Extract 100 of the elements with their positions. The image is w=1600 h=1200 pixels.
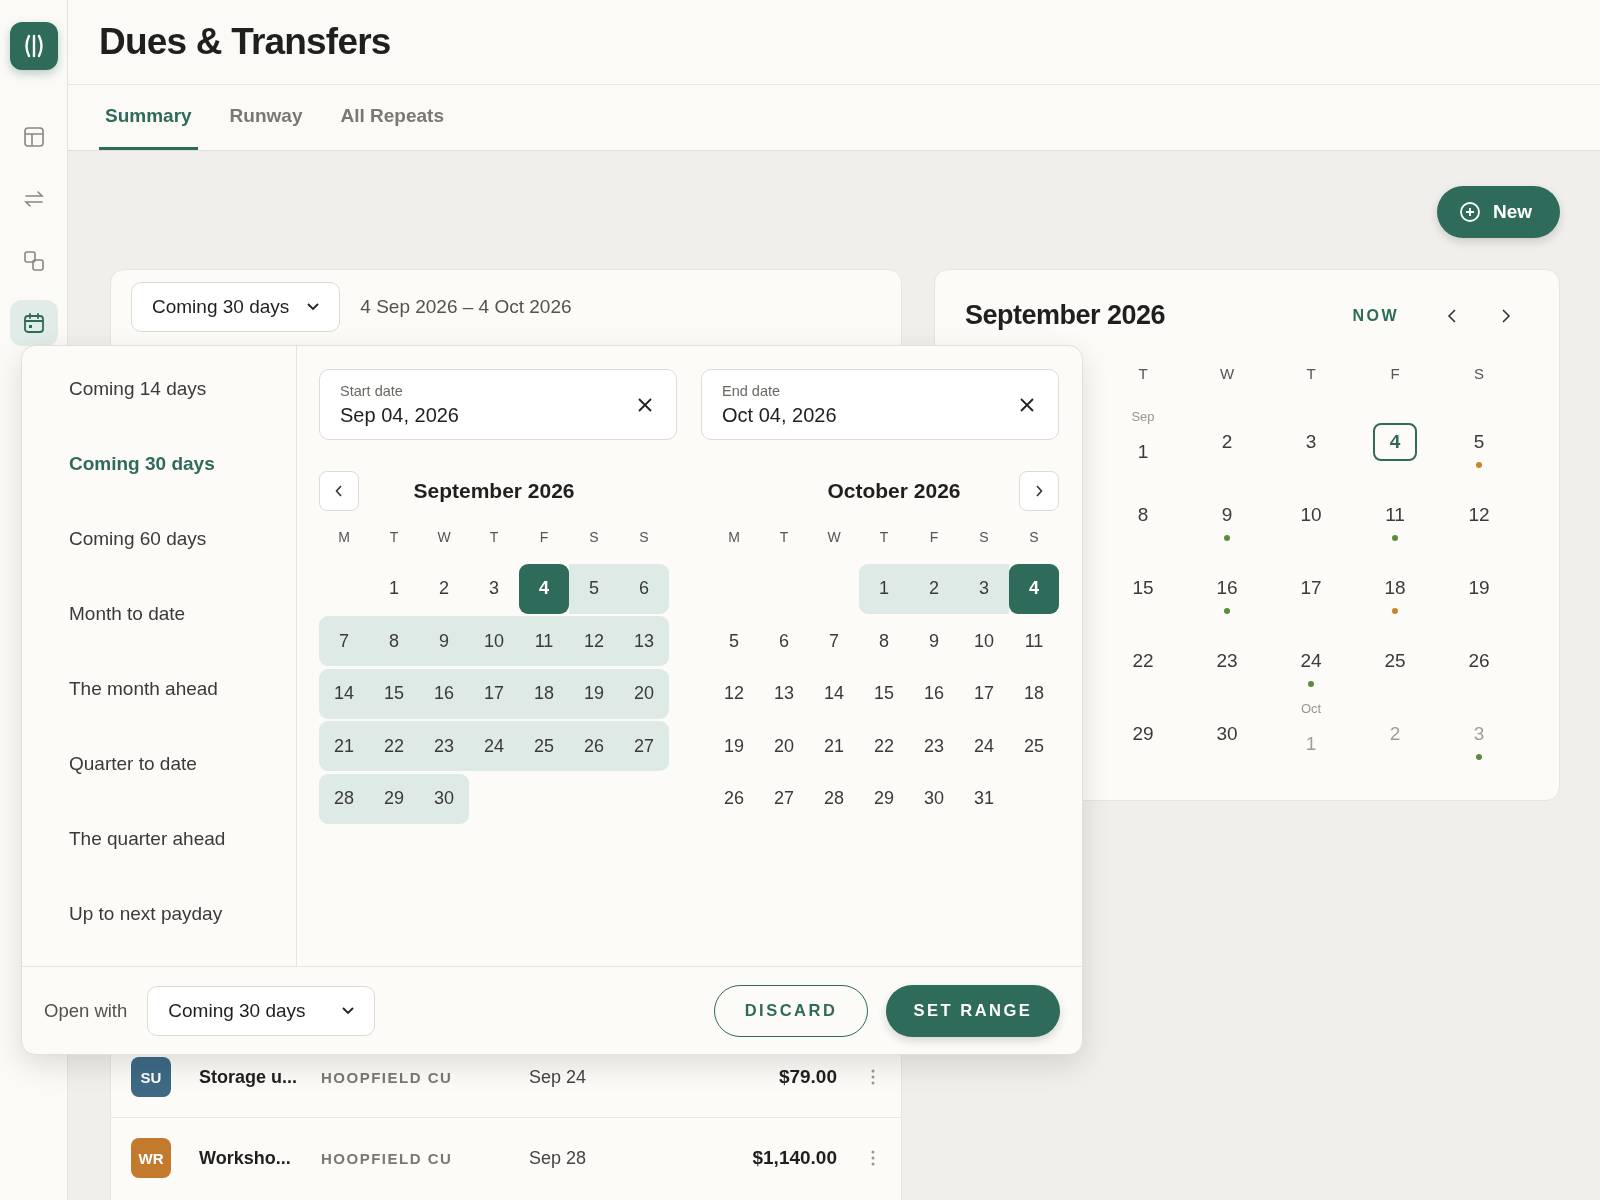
preset-option[interactable]: Month to date (69, 576, 296, 651)
calendar-day[interactable]: 12 (709, 668, 759, 719)
calendar-day[interactable]: 11 (519, 616, 569, 666)
calendar-day[interactable]: 10 (959, 616, 1009, 666)
preset-option[interactable]: Coming 60 days (69, 501, 296, 576)
calendar-day[interactable]: 23 (1205, 641, 1249, 680)
app-logo-icon[interactable] (9, 22, 58, 70)
calendar-day[interactable]: 5 (1457, 422, 1501, 461)
calendar-day[interactable]: 11 (1373, 495, 1417, 534)
period-dropdown[interactable]: Coming 30 days (131, 282, 341, 332)
calendar-day[interactable]: 8 (369, 616, 419, 666)
tab[interactable]: All Repeats (334, 105, 450, 150)
calendar-day[interactable]: 6 (759, 616, 809, 666)
calendar-day[interactable]: 2 (909, 563, 959, 614)
calendar-day[interactable]: 12 (1457, 495, 1501, 534)
calendar-day[interactable]: 10 (469, 616, 519, 666)
calendar-day[interactable]: 7 (319, 616, 369, 666)
calendar-day[interactable]: 24 (469, 721, 519, 771)
calendar-day[interactable]: 12 (569, 616, 619, 666)
calendar-day[interactable]: 26 (1457, 641, 1501, 680)
calendar-day[interactable]: 13 (619, 616, 669, 666)
calendar-day[interactable]: 3 (1289, 422, 1333, 461)
calendar-day[interactable]: 22 (859, 721, 909, 771)
preset-option[interactable]: Quarter to date (69, 726, 296, 801)
calendar-day[interactable]: 24 (1289, 641, 1333, 680)
calendar-day[interactable]: 25 (519, 721, 569, 771)
calendar-day[interactable]: 30 (1205, 714, 1249, 753)
calendar-day[interactable]: 20 (619, 668, 669, 719)
more-icon[interactable] (871, 1150, 875, 1166)
calendar-day[interactable]: 2 (419, 563, 469, 614)
calendar-day[interactable]: 16 (419, 668, 469, 719)
calendar-day[interactable]: 27 (619, 721, 669, 771)
calendar-day[interactable]: 9 (419, 616, 469, 666)
calendar-day[interactable]: 28 (319, 773, 369, 824)
calendar-day[interactable]: 17 (959, 668, 1009, 719)
calendar-day[interactable]: 28 (809, 773, 859, 824)
calendar-day[interactable]: 25 (1373, 641, 1417, 680)
calendar-day[interactable]: 19 (1457, 568, 1501, 607)
calendar-day[interactable]: 2 (1205, 422, 1249, 461)
set-range-button[interactable]: SET RANGE (886, 984, 1060, 1037)
calendar-day[interactable]: 22 (1121, 641, 1165, 680)
now-button[interactable]: NOW (1346, 305, 1405, 326)
calendar-day[interactable]: 26 (569, 721, 619, 771)
close-icon[interactable] (638, 397, 652, 412)
calendar-day[interactable]: 17 (469, 668, 519, 719)
start-date-field[interactable]: Start date Sep 04, 2026 (319, 369, 677, 440)
calendar-day[interactable]: 29 (859, 773, 909, 824)
calendar-day[interactable]: 9 (1205, 495, 1249, 534)
calendar-day[interactable]: 16 (909, 668, 959, 719)
calendar-day[interactable]: 24 (959, 721, 1009, 771)
calendar-day[interactable]: 4 (519, 563, 569, 614)
tab[interactable]: Runway (223, 105, 309, 150)
calendar-day[interactable]: 6 (619, 563, 669, 614)
chevron-right-icon[interactable] (1501, 308, 1511, 323)
calendar-day[interactable]: 8 (859, 616, 909, 666)
preset-option[interactable]: The quarter ahead (69, 801, 296, 876)
calendar-day[interactable]: 29 (1121, 714, 1165, 753)
calendar-day[interactable]: 4 (1009, 563, 1059, 614)
more-icon[interactable] (871, 1069, 875, 1085)
calendar-day[interactable]: 26 (709, 773, 759, 824)
calendar-day[interactable]: 1 (369, 563, 419, 614)
calendar-day[interactable]: 29 (369, 773, 419, 824)
calendar-day[interactable]: 5 (569, 563, 619, 614)
calendar-day[interactable]: 16 (1205, 568, 1249, 607)
calendar-day[interactable]: 27 (759, 773, 809, 824)
calendar-day[interactable]: 21 (809, 721, 859, 771)
preset-option[interactable]: The month ahead (69, 651, 296, 726)
calendar-day[interactable]: 17 (1289, 568, 1333, 607)
calendar-day[interactable]: 15 (859, 668, 909, 719)
calendar-day[interactable]: 5 (709, 616, 759, 666)
calendar-day[interactable]: 18 (519, 668, 569, 719)
calendar-day[interactable]: 23 (909, 721, 959, 771)
calendar-day[interactable]: 25 (1009, 721, 1059, 771)
calendar-day[interactable]: 18 (1373, 568, 1417, 607)
calendar-day[interactable]: 4 (1373, 422, 1417, 461)
calendar-day[interactable]: 15 (369, 668, 419, 719)
open-with-dropdown[interactable]: Coming 30 days (147, 985, 376, 1036)
sidebar-item[interactable] (9, 300, 58, 346)
calendar-day[interactable]: 3 (469, 563, 519, 614)
calendar-day[interactable]: 30 (909, 773, 959, 824)
calendar-day[interactable]: 21 (319, 721, 369, 771)
calendar-day[interactable]: 13 (759, 668, 809, 719)
calendar-day[interactable]: 11 (1009, 616, 1059, 666)
calendar-day[interactable]: 1 (859, 563, 909, 614)
calendar-day[interactable]: 30 (419, 773, 469, 824)
calendar-day[interactable]: 10 (1289, 495, 1333, 534)
calendar-day[interactable]: 14 (809, 668, 859, 719)
close-icon[interactable] (1020, 397, 1034, 412)
calendar-day[interactable]: 1 (1121, 432, 1165, 471)
calendar-day[interactable]: 31 (959, 773, 1009, 824)
calendar-day[interactable]: 19 (569, 668, 619, 719)
calendar-day[interactable]: 8 (1121, 495, 1165, 534)
new-button[interactable]: New (1436, 186, 1560, 238)
calendar-day[interactable]: 14 (319, 668, 369, 719)
calendar-day[interactable]: 3 (959, 563, 1009, 614)
chevron-left-icon[interactable] (1447, 308, 1457, 323)
calendar-day[interactable]: 9 (909, 616, 959, 666)
calendar-day[interactable]: 19 (709, 721, 759, 771)
preset-option[interactable]: Coming 30 days (69, 426, 296, 501)
preset-option[interactable]: Up to next payday (69, 876, 296, 951)
